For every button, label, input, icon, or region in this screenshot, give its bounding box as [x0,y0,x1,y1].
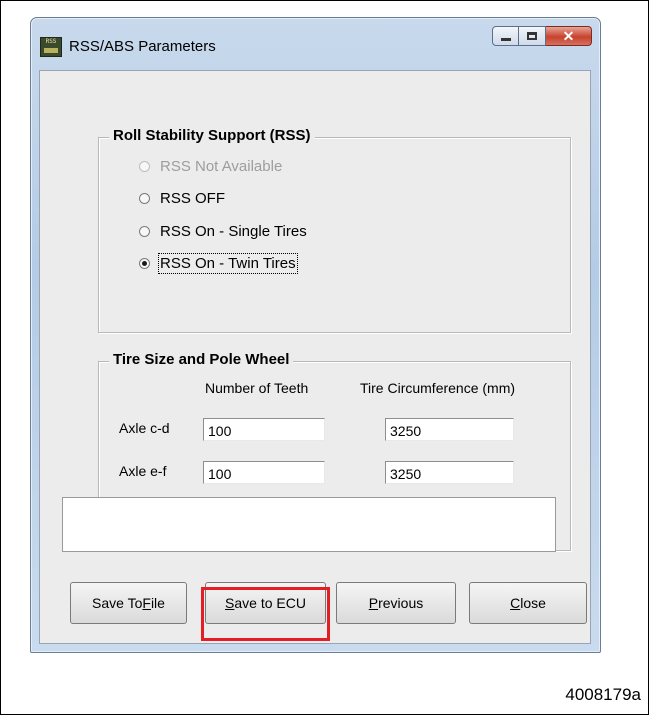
radio-indicator [139,161,150,172]
radio-rss-not-available[interactable]: RSS Not Available [139,158,282,175]
radio-label: RSS OFF [160,190,226,207]
minimize-icon [500,38,511,41]
dialog-window: RSS RSS/ABS Parameters ✕ Roll Stability … [30,17,601,653]
circumference-input-axle-ef[interactable]: 3250 [385,461,514,484]
radio-indicator [139,193,150,204]
accelerator-key: C [510,595,521,611]
tire-group-title: Tire Size and Pole Wheel [109,351,294,368]
rss-group-title: Roll Stability Support (RSS) [109,127,315,144]
radio-indicator [139,258,150,269]
radio-rss-single-tires[interactable]: RSS On - Single Tires [139,223,307,240]
col-header-circumference: Tire Circumference (mm) [360,380,516,396]
button-label: ile [150,595,165,611]
radio-label: RSS On - Single Tires [160,223,307,240]
title-bar[interactable]: RSS RSS/ABS Parameters ✕ [31,18,600,70]
minimize-button[interactable] [492,26,519,46]
circumference-input-axle-cd[interactable]: 3250 [385,418,514,441]
teeth-input-axle-ef[interactable]: 100 [203,461,325,484]
close-icon: ✕ [562,28,575,44]
highlight-box [201,587,330,641]
close-button[interactable]: Close [469,582,587,624]
radio-label: RSS Not Available [160,158,283,175]
radio-label: RSS On - Twin Tires [158,253,298,274]
col-header-teeth: Number of Teeth [205,380,309,396]
status-message-box [62,497,556,552]
rss-groupbox: Roll Stability Support (RSS) RSS Not Ava… [98,127,571,333]
save-to-file-button[interactable]: Save To File [70,582,187,624]
previous-button[interactable]: Previous [336,582,456,624]
radio-indicator [139,226,150,237]
radio-rss-off[interactable]: RSS OFF [139,190,225,207]
window-title: RSS/ABS Parameters [69,38,216,55]
accelerator-key: P [368,595,379,611]
button-label: Save To [92,595,143,611]
dialog-client-area: Roll Stability Support (RSS) RSS Not Ava… [39,70,591,644]
row-label-axle-ef: Axle e-f [119,463,167,479]
app-icon: RSS [40,37,62,57]
window-close-button[interactable]: ✕ [546,26,592,46]
figure-id: 4008179a [565,685,641,704]
maximize-button[interactable] [519,26,546,46]
maximize-icon [527,32,537,40]
radio-rss-twin-tires[interactable]: RSS On - Twin Tires [139,253,298,274]
row-label-axle-cd: Axle c-d [119,420,170,436]
teeth-input-axle-cd[interactable]: 100 [203,418,325,441]
button-label: revious [378,595,424,611]
button-label: lose [520,595,546,611]
accelerator-key: F [142,595,151,611]
